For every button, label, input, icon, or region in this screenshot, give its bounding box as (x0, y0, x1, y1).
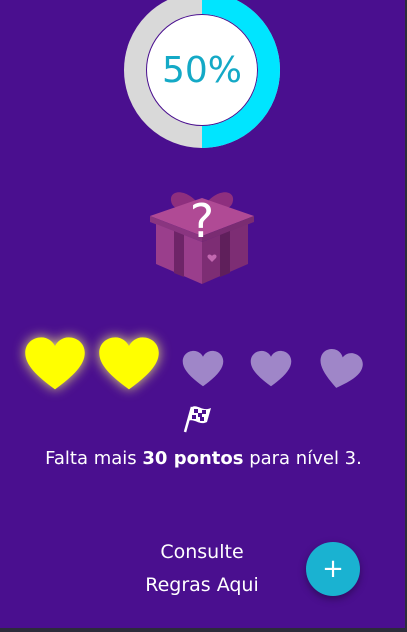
bottom-edge (0, 628, 407, 632)
points-prefix: Falta mais (45, 448, 137, 469)
level-hearts (0, 330, 407, 400)
points-suffix: para nível 3. (249, 448, 362, 469)
screen: 50% ? Falta mais 30 pontos para nível 3.… (0, 0, 407, 632)
mystery-reward[interactable]: ? (142, 176, 262, 288)
open-rules-button[interactable]: + (306, 542, 360, 596)
points-to-next-level: Falta mais 30 pontos para nível 3. (0, 448, 407, 469)
progress-percent-label: 50% (161, 49, 242, 91)
rules-link[interactable]: Consulte Regras Aqui (118, 536, 286, 602)
points-needed: 30 pontos (142, 448, 244, 469)
gift-question-mark: ? (189, 194, 215, 248)
heart-filled-icon (25, 337, 85, 390)
heart-empty-icon (250, 350, 292, 387)
progress-ring: 50% (124, 0, 280, 148)
heart-empty-icon (320, 348, 363, 388)
checkered-flag-icon (183, 406, 211, 433)
rules-link-line2: Regras Aqui (145, 574, 259, 596)
plus-icon: + (322, 554, 344, 584)
heart-empty-icon (182, 350, 224, 387)
rules-link-line1: Consulte (160, 541, 244, 563)
heart-filled-icon (99, 337, 159, 390)
